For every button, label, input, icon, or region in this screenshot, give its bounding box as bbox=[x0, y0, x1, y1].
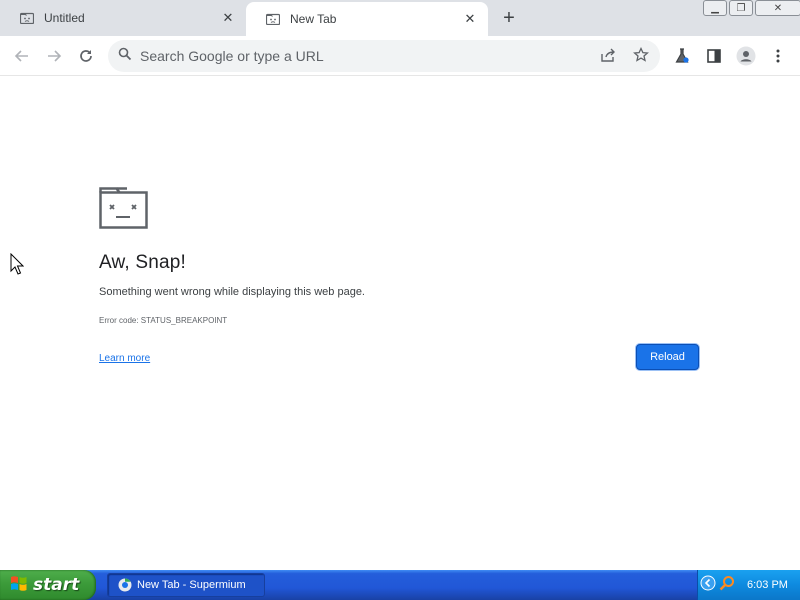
taskbar-item-label: New Tab - Supermium bbox=[137, 579, 246, 591]
close-window-button[interactable]: ✕ bbox=[755, 0, 800, 16]
sad-tab-icon bbox=[20, 12, 34, 24]
error-code: Error code: STATUS_BREAKPOINT bbox=[99, 316, 228, 325]
mouse-cursor-icon bbox=[10, 252, 25, 280]
tab-title: Untitled bbox=[44, 11, 85, 25]
system-tray: 6:03 PM bbox=[697, 570, 800, 600]
tray-clock: 6:03 PM bbox=[747, 579, 788, 591]
new-tab-button[interactable]: + bbox=[496, 5, 522, 31]
menu-kebab-icon[interactable] bbox=[766, 44, 790, 68]
learn-more-link[interactable]: Learn more bbox=[99, 353, 150, 364]
error-title: Aw, Snap! bbox=[99, 252, 187, 273]
omnibox[interactable] bbox=[108, 40, 660, 72]
taskbar: start New Tab - Supermium 6:03 PM bbox=[0, 570, 800, 600]
forward-icon[interactable] bbox=[42, 44, 66, 68]
start-button[interactable]: start bbox=[0, 570, 96, 600]
labs-flask-icon[interactable] bbox=[670, 44, 694, 68]
error-message: Something went wrong while displaying th… bbox=[99, 286, 365, 298]
tray-collapse-icon[interactable] bbox=[700, 575, 716, 596]
windows-logo-icon bbox=[10, 574, 28, 597]
close-tab-icon[interactable]: ✕ bbox=[220, 10, 236, 26]
tab-title: New Tab bbox=[290, 12, 337, 26]
search-input[interactable] bbox=[140, 48, 580, 64]
supermium-browser-icon bbox=[118, 578, 132, 592]
reload-icon[interactable] bbox=[74, 44, 98, 68]
profile-avatar-icon[interactable] bbox=[734, 44, 758, 68]
window-controls: ▁ ❐ ✕ bbox=[703, 0, 800, 16]
back-icon[interactable] bbox=[10, 44, 34, 68]
close-tab-icon[interactable]: ✕ bbox=[462, 11, 478, 27]
bookmark-star-icon[interactable] bbox=[630, 44, 652, 66]
search-magnifier-icon[interactable] bbox=[719, 575, 735, 596]
restore-button[interactable]: ❐ bbox=[729, 0, 753, 16]
sad-folder-icon bbox=[99, 187, 149, 234]
browser-toolbar bbox=[0, 36, 800, 76]
share-icon[interactable] bbox=[598, 44, 620, 66]
tab-untitled[interactable]: Untitled ✕ bbox=[0, 0, 246, 36]
taskbar-item-supermium[interactable]: New Tab - Supermium bbox=[107, 573, 265, 597]
minimize-button[interactable]: ▁ bbox=[703, 0, 727, 16]
tab-strip: Untitled ✕ New Tab ✕ + ▁ ❐ ✕ bbox=[0, 0, 800, 36]
start-label: start bbox=[33, 575, 80, 595]
tab-new-tab[interactable]: New Tab ✕ bbox=[246, 2, 488, 36]
search-icon bbox=[118, 47, 132, 66]
side-panel-icon[interactable] bbox=[702, 44, 726, 68]
reload-button[interactable]: Reload bbox=[636, 344, 699, 370]
sad-tab-icon bbox=[266, 13, 280, 25]
error-page: Aw, Snap! Something went wrong while dis… bbox=[0, 77, 800, 570]
